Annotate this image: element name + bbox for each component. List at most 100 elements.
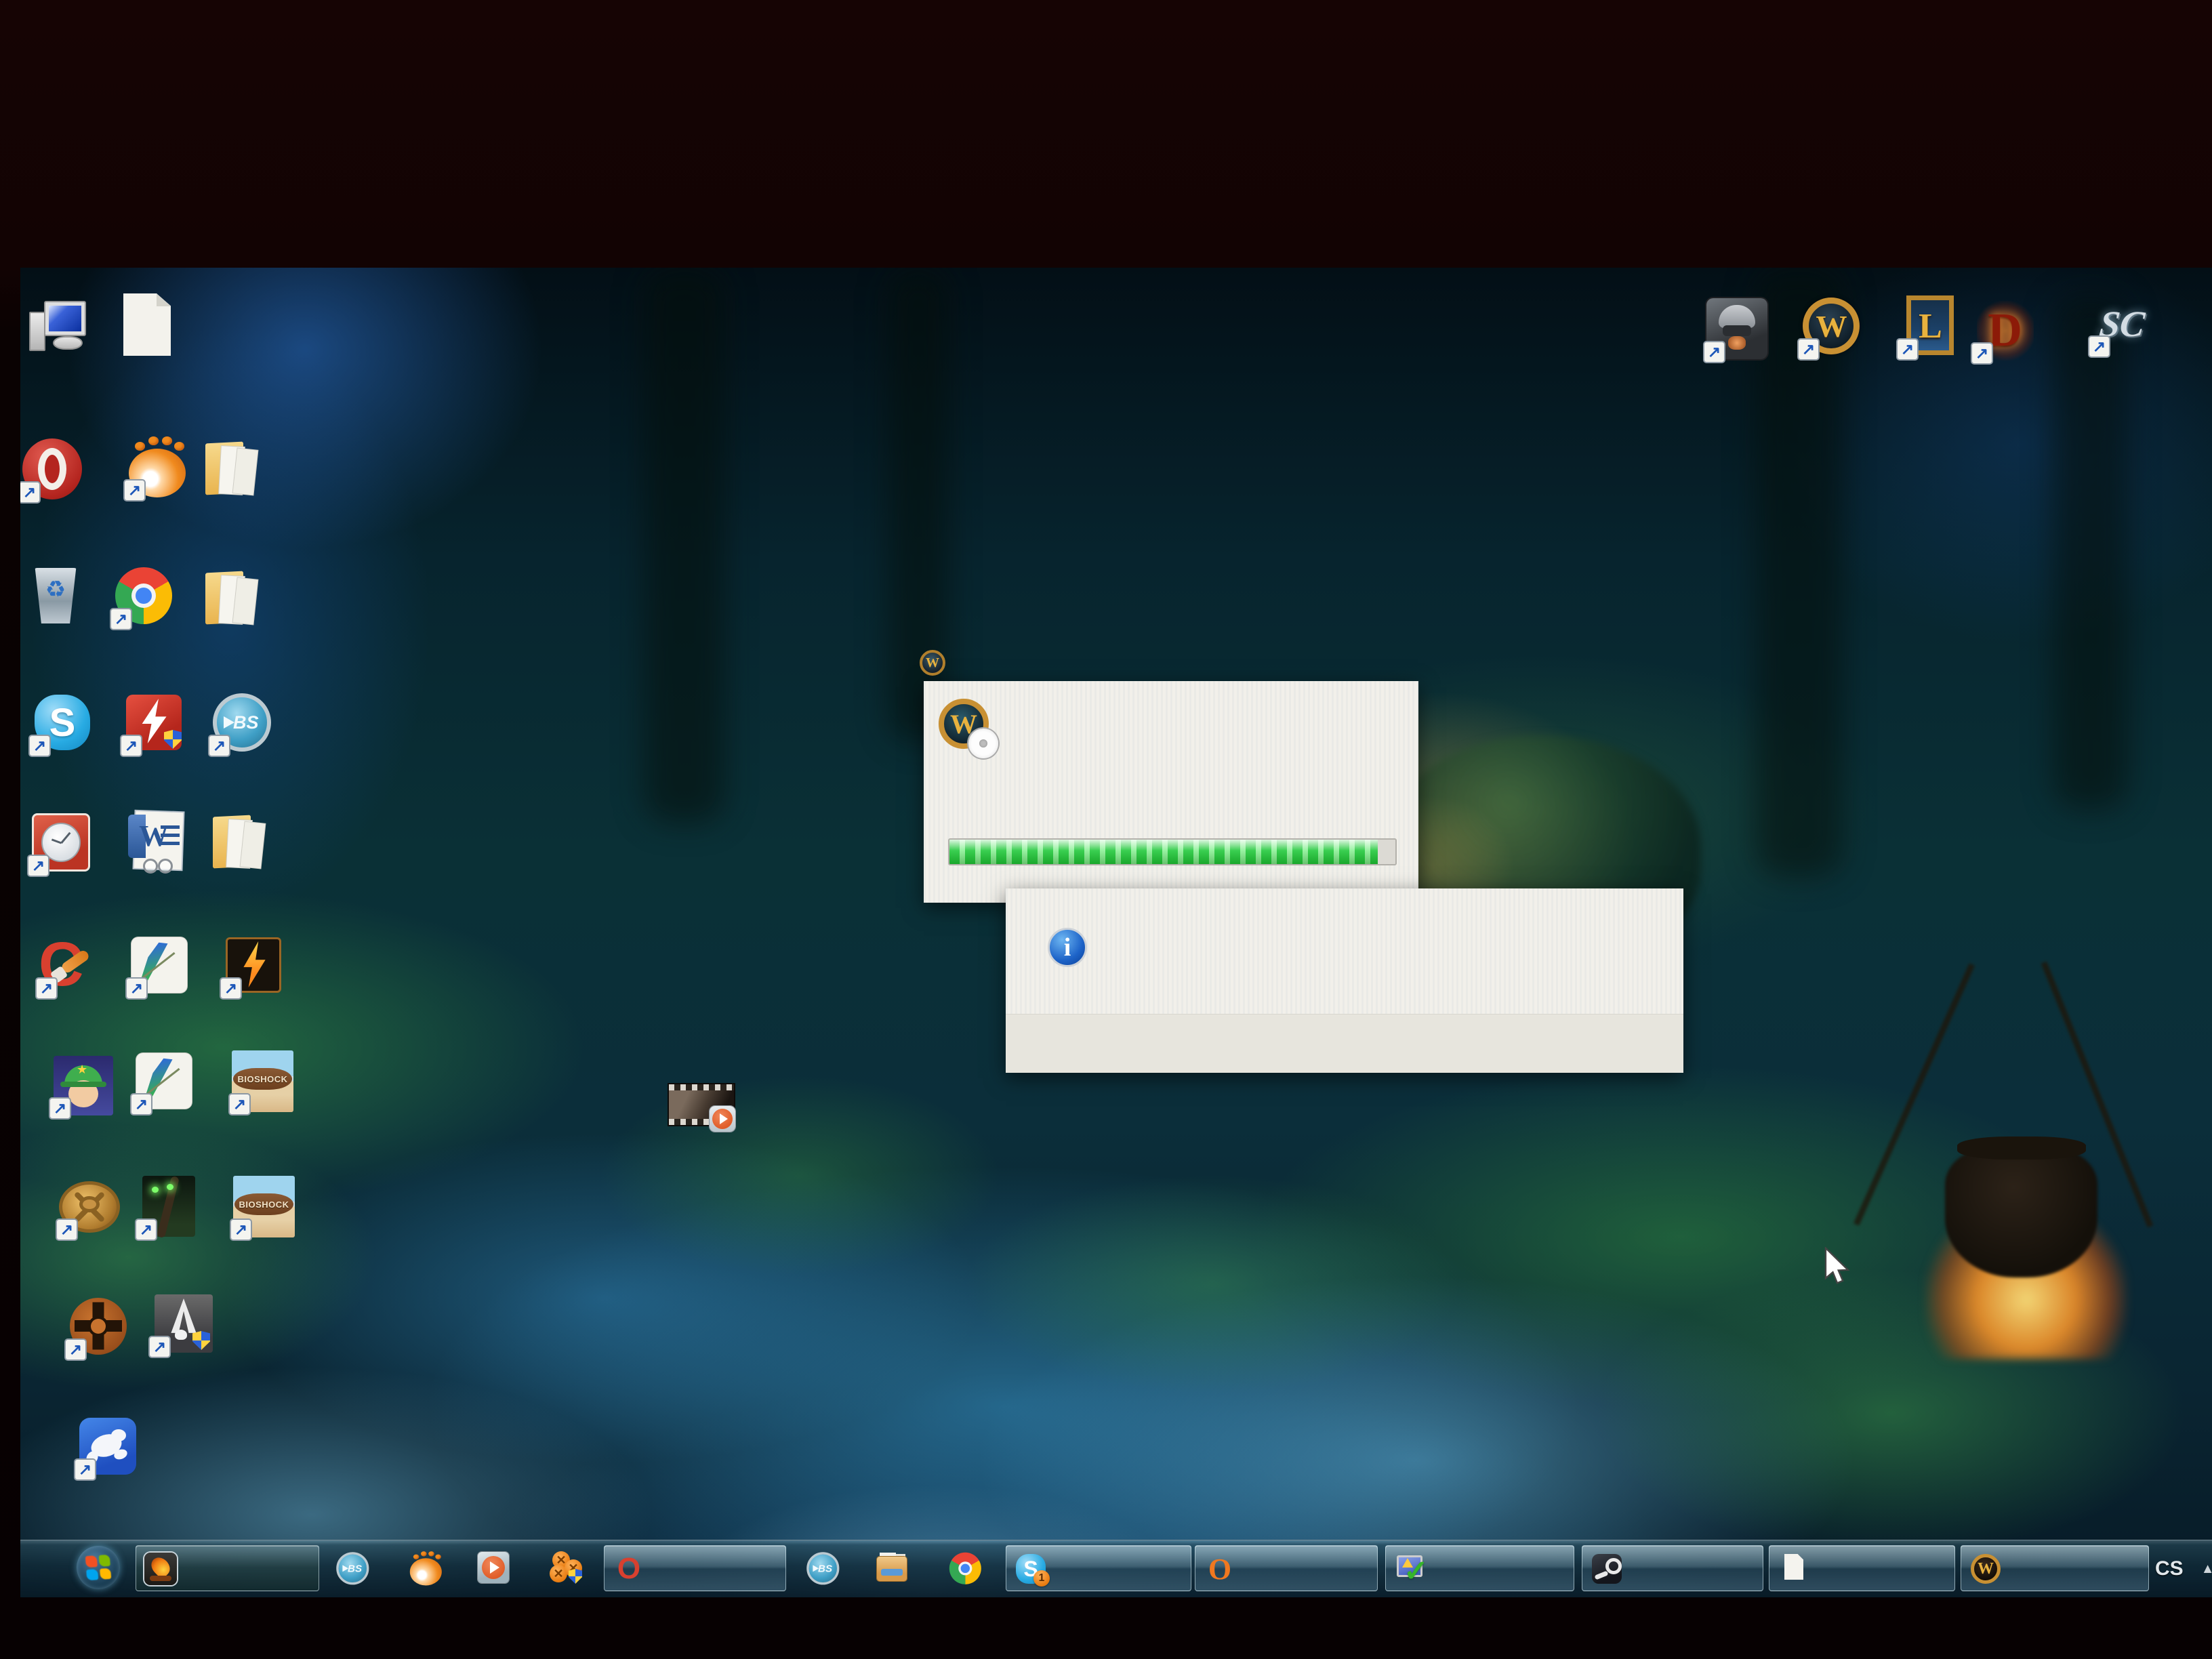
icon-shape xyxy=(421,1551,426,1556)
taskbar-window-installer-check[interactable]: ✓ xyxy=(1385,1545,1574,1591)
taskbar-pinned-file-manager[interactable] xyxy=(876,1551,908,1584)
league-of-legends-shortcut-icon[interactable]: L↗ xyxy=(1898,294,1963,359)
icon-shape xyxy=(152,1187,159,1193)
icon-shape xyxy=(161,834,180,837)
icon-shape xyxy=(881,1569,903,1576)
taskbar-window-skype[interactable]: S1 xyxy=(1006,1545,1191,1591)
icon-shape xyxy=(161,825,180,829)
diablo-shortcut-icon[interactable]: D↗ xyxy=(1973,298,2037,363)
photo-of-monitor: ↗↗♻↗S↗↗BS↗↗WC↗↗↗★↗↗BIOSHOCK↗↗↗BIOSHOCK↗↗… xyxy=(0,0,2212,1659)
photoshop-shortcut-icon[interactable]: ↗ xyxy=(132,1049,197,1113)
taskbar-pinned-utility-admin[interactable]: ✕✕✕ xyxy=(550,1551,582,1584)
bioshock-infinite-shortcut-icon[interactable]: BIOSHOCK↗ xyxy=(232,1174,296,1239)
flash-utility-shortcut-icon[interactable]: ↗ xyxy=(122,691,186,755)
icon-shape: BS xyxy=(233,710,263,735)
bsplayer-shortcut-icon[interactable]: BS↗ xyxy=(210,691,274,755)
shortcut-arrow-badge: ↗ xyxy=(220,977,242,1000)
flame-icon xyxy=(144,1553,177,1585)
photoshop-shortcut-icon[interactable]: ↗ xyxy=(127,933,192,998)
icon-shape xyxy=(1728,336,1746,350)
icon-shape xyxy=(669,1084,734,1090)
opera-shortcut-icon[interactable]: ↗ xyxy=(20,437,85,501)
shortcut-arrow-badge: ↗ xyxy=(208,735,230,757)
show-hidden-icons-arrow[interactable]: ▲ xyxy=(2201,1561,2212,1577)
icon-shape xyxy=(1723,325,1751,336)
icon-shape xyxy=(161,842,180,845)
icon-shape: O xyxy=(613,1553,645,1585)
shortcut-arrow-badge: ↗ xyxy=(20,481,41,504)
mouse-cursor xyxy=(1823,1247,1851,1290)
recycle-bin-icon[interactable]: ♻ xyxy=(24,564,88,628)
south-park-game-shortcut-icon[interactable]: ★↗ xyxy=(51,1053,115,1118)
world-of-warcraft-shortcut-icon[interactable]: W↗ xyxy=(1799,294,1864,359)
taskbar-pinned-bsplayer[interactable]: BS xyxy=(335,1551,371,1586)
taskbar-window-wow[interactable]: W xyxy=(1961,1545,2149,1591)
folder-icon[interactable] xyxy=(207,811,272,875)
taskbar-pinned-media-player[interactable] xyxy=(477,1551,510,1584)
shortcut-arrow-badge: ↗ xyxy=(2088,335,2110,358)
taskbar-window-opera[interactable]: O xyxy=(604,1545,786,1591)
icon-shape: ★ xyxy=(77,1063,87,1077)
installer-titlebar-wow-icon: W xyxy=(920,650,945,676)
icon-shape xyxy=(44,301,86,336)
start-button[interactable] xyxy=(77,1546,120,1589)
flashfxp-shortcut-icon[interactable]: ↗ xyxy=(222,933,286,998)
ccleaner-shortcut-icon[interactable]: C↗ xyxy=(37,933,102,998)
text-document-icon[interactable] xyxy=(115,293,180,358)
team-fortress-2-shortcut-icon[interactable]: ↗ xyxy=(66,1294,131,1359)
battlefield-shortcut-icon[interactable]: ↗ xyxy=(1705,297,1769,361)
icon-shape xyxy=(174,442,184,451)
shortcut-arrow-badge: ↗ xyxy=(49,1097,71,1120)
taskbar-window-steam[interactable] xyxy=(1582,1545,1763,1591)
cauldron-pot-rim xyxy=(1957,1136,2086,1160)
starcraft-2-shortcut-icon[interactable]: SC↗ xyxy=(2090,291,2154,356)
taskbar-pinned-gom-player[interactable] xyxy=(408,1551,444,1586)
icon-shape: BIOSHOCK xyxy=(234,1193,293,1215)
icon-shape xyxy=(435,1555,441,1559)
folder-icon[interactable] xyxy=(200,437,264,501)
skype-shortcut-icon[interactable]: S↗ xyxy=(30,691,95,755)
dialog-button-strip xyxy=(1006,1014,1683,1073)
my-computer-icon[interactable] xyxy=(27,298,91,363)
bioshock-infinite-shortcut-icon[interactable]: BIOSHOCK↗ xyxy=(230,1049,295,1113)
opera-icon: O xyxy=(613,1553,645,1585)
word-document-icon[interactable]: W xyxy=(125,811,190,875)
wowround-icon: W xyxy=(1969,1553,2002,1585)
monitor-screen: ↗↗♻↗S↗↗BS↗↗WC↗↗↗★↗↗BIOSHOCK↗↗↗BIOSHOCK↗↗… xyxy=(20,268,2212,1597)
wow-disc-icon: W xyxy=(939,699,1003,763)
taskbar-window-origin[interactable]: O xyxy=(1195,1545,1378,1591)
assassins-creed-shortcut-icon[interactable]: ↗ xyxy=(150,1292,215,1356)
shortcut-arrow-badge: ↗ xyxy=(35,977,58,1000)
icon-shape xyxy=(233,578,258,625)
language-indicator[interactable]: CS xyxy=(2155,1557,2184,1580)
icon-shape: O xyxy=(1204,1553,1236,1585)
icon-shape xyxy=(79,1196,100,1212)
gom-player-shortcut-icon[interactable]: ↗ xyxy=(125,435,190,499)
icon-shape xyxy=(1784,1554,1803,1580)
swtor-shortcut-icon[interactable]: ↗ xyxy=(58,1174,122,1239)
folder-icon[interactable] xyxy=(200,567,264,631)
vuze-shortcut-icon[interactable]: ↗ xyxy=(76,1414,140,1479)
clock-app-shortcut-icon[interactable]: ↗ xyxy=(29,811,94,875)
icon-shape: BIOSHOCK xyxy=(233,1068,292,1090)
icon-shape: ✓ xyxy=(1404,1554,1429,1589)
whitedoc-icon xyxy=(1778,1553,1810,1585)
taskbar-window-document[interactable] xyxy=(1769,1545,1955,1591)
icon-shape xyxy=(569,1569,582,1584)
icon-shape xyxy=(111,1429,126,1441)
icon-shape xyxy=(60,1082,106,1087)
taskbar-pinned-chrome[interactable] xyxy=(947,1551,983,1586)
icon-shape xyxy=(233,449,258,495)
creature-game-shortcut-icon[interactable]: ↗ xyxy=(137,1174,201,1239)
info-dialog: i xyxy=(1006,888,1683,1073)
taskbar-window-flame-app[interactable] xyxy=(136,1545,319,1591)
chrome-shortcut-icon[interactable]: ↗ xyxy=(112,564,176,628)
icon-shape xyxy=(410,1558,442,1585)
tree-trunk-shadow xyxy=(644,268,725,823)
icon-shape xyxy=(53,336,83,350)
video-file-icon[interactable] xyxy=(668,1083,735,1132)
taskbar-pinned-bsplayer-2[interactable]: BS xyxy=(805,1551,841,1586)
shortcut-arrow-badge: ↗ xyxy=(64,1338,87,1361)
info-icon: i xyxy=(1048,928,1087,967)
shortcut-arrow-badge: ↗ xyxy=(27,855,49,877)
